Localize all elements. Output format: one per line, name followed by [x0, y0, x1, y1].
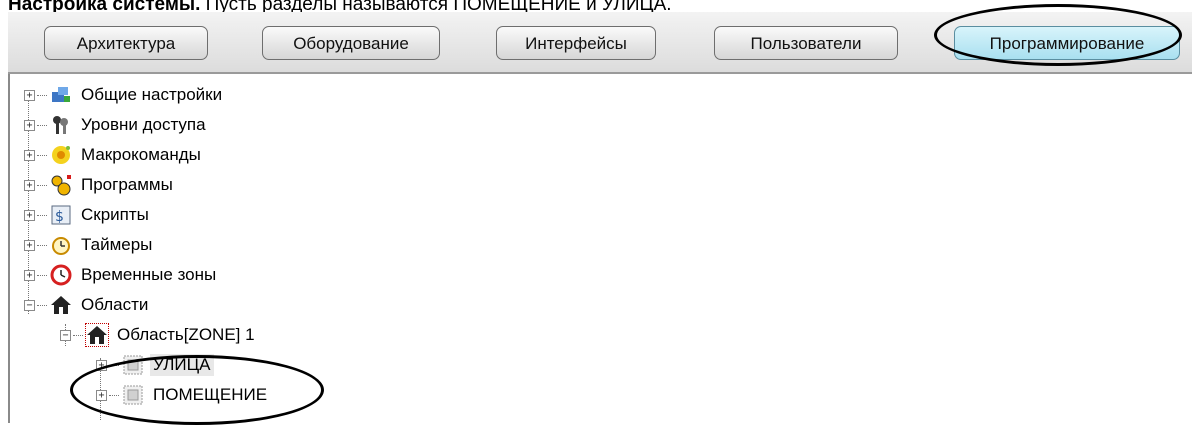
house-icon	[85, 323, 109, 347]
house-icon	[50, 294, 72, 316]
tree-item-label: Программы	[81, 175, 173, 194]
expand-toggle[interactable]: +	[24, 209, 35, 221]
tab-interfaces[interactable]: Интерфейсы	[496, 26, 656, 60]
tab-equipment[interactable]: Оборудование	[262, 26, 440, 60]
settings-icon	[50, 84, 72, 106]
tree-item-label: ПОМЕЩЕНИЕ	[153, 385, 268, 404]
expand-toggle[interactable]: +	[24, 239, 35, 251]
tree-item[interactable]: + ПОМЕЩЕНИЕ	[96, 380, 270, 410]
expand-toggle[interactable]: +	[24, 89, 35, 101]
tab-architecture[interactable]: Архитектура	[44, 26, 208, 60]
expand-toggle[interactable]: +	[96, 359, 107, 371]
tree-item[interactable]: + Таймеры	[24, 230, 155, 260]
tree-item-label: Общие настройки	[81, 85, 223, 104]
macro-icon	[50, 144, 72, 166]
tree-item-label: Область[ZONE] 1	[117, 325, 255, 344]
expand-toggle[interactable]: +	[24, 119, 35, 131]
tree-item[interactable]: + Общие настройки	[24, 80, 225, 110]
tab-strip: Архитектура Оборудование Интерфейсы Поль…	[8, 12, 1192, 74]
timer-icon	[50, 234, 72, 256]
tree-item[interactable]: + УЛИЦА	[96, 350, 214, 380]
tree-item[interactable]: + Макрокоманды	[24, 140, 204, 170]
keys-icon	[50, 114, 72, 136]
object-tree: + Общие настройки + Уровни доступа + Мак…	[8, 74, 1192, 423]
tree-item-label: Макрокоманды	[81, 145, 201, 164]
tree-item[interactable]: + Уровни доступа	[24, 110, 209, 140]
tree-item-label: Таймеры	[81, 235, 153, 254]
tree-item[interactable]: − Области	[24, 290, 151, 320]
tree-item[interactable]: + $ Скрипты	[24, 200, 152, 230]
svg-text:$: $	[55, 209, 64, 225]
tree-item-label: Скрипты	[81, 205, 149, 224]
tree-item[interactable]: − Область[ZONE] 1	[60, 320, 258, 350]
collapse-toggle[interactable]: −	[24, 299, 35, 311]
expand-toggle[interactable]: +	[24, 179, 35, 191]
tab-users[interactable]: Пользователи	[714, 26, 898, 60]
expand-toggle[interactable]: +	[96, 389, 107, 401]
expand-toggle[interactable]: +	[24, 149, 35, 161]
tree-item-label: УЛИЦА	[150, 354, 214, 376]
script-icon: $	[50, 204, 72, 226]
partition-icon	[122, 354, 144, 376]
tree-item[interactable]: + Программы	[24, 170, 176, 200]
partition-icon	[122, 384, 144, 406]
tab-programming[interactable]: Программирование	[954, 26, 1180, 60]
tree-item-label: Временные зоны	[81, 265, 217, 284]
tree-item-label: Уровни доступа	[81, 115, 206, 134]
clock-icon	[50, 264, 72, 286]
tree-item[interactable]: + Временные зоны	[24, 260, 219, 290]
tree-item-label: Области	[81, 295, 149, 314]
programs-icon	[50, 174, 72, 196]
collapse-toggle[interactable]: −	[60, 329, 71, 341]
expand-toggle[interactable]: +	[24, 269, 35, 281]
